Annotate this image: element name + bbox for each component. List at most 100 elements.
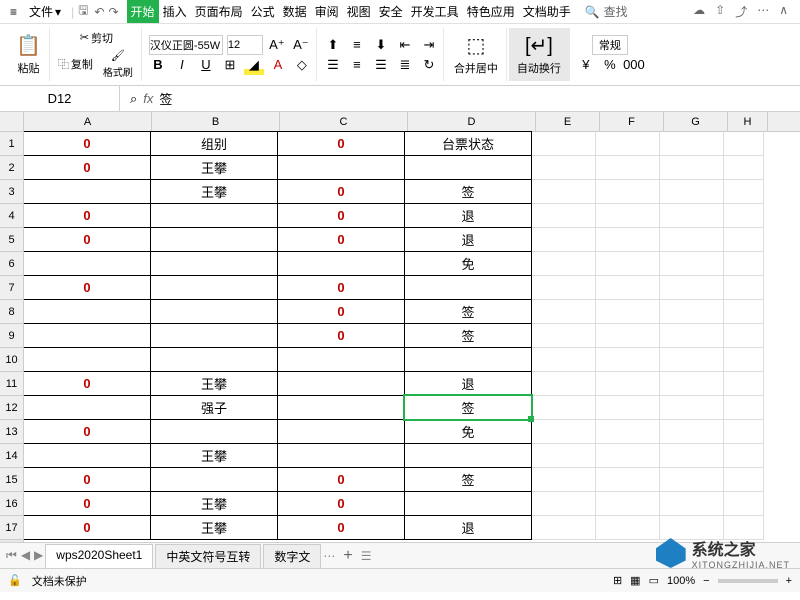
cell-D12[interactable]: 签 [404, 395, 532, 420]
cell-A10[interactable] [24, 347, 151, 372]
undo-icon[interactable]: ↶ [94, 5, 104, 19]
cell-F17[interactable] [596, 516, 660, 540]
ribbon-tab-1[interactable]: 插入 [159, 0, 191, 23]
cell-G14[interactable] [660, 444, 724, 468]
align-left-button[interactable]: ☰ [323, 55, 343, 75]
zoom-level[interactable]: 100% [667, 575, 695, 587]
cell-A15[interactable]: 0 [24, 467, 151, 492]
cell-B9[interactable] [150, 323, 278, 348]
cell-E4[interactable] [532, 204, 596, 228]
cell-F4[interactable] [596, 204, 660, 228]
cell-A16[interactable]: 0 [24, 491, 151, 516]
view-page-icon[interactable]: ▦ [630, 574, 640, 587]
cell-D7[interactable] [404, 275, 532, 300]
cell-B11[interactable]: 王攀 [150, 371, 278, 396]
row-header-15[interactable]: 15 [0, 468, 23, 492]
cell-A3[interactable] [24, 179, 151, 204]
cell-E12[interactable] [532, 396, 596, 420]
cell-G8[interactable] [660, 300, 724, 324]
cell-F13[interactable] [596, 420, 660, 444]
cell-C2[interactable] [277, 155, 405, 180]
cell-D1[interactable]: 台票状态 [404, 131, 532, 156]
cell-H10[interactable] [724, 348, 764, 372]
file-menu[interactable]: 文件 ▾ [23, 3, 67, 20]
cell-H9[interactable] [724, 324, 764, 348]
cell-E1[interactable] [532, 132, 596, 156]
cell-F6[interactable] [596, 252, 660, 276]
cell-E17[interactable] [532, 516, 596, 540]
underline-button[interactable]: U [196, 55, 216, 75]
col-header-B[interactable]: B [152, 112, 280, 131]
copy-button[interactable]: ⿻复制 [56, 55, 95, 73]
cell-F14[interactable] [596, 444, 660, 468]
cell-D6[interactable]: 免 [404, 251, 532, 276]
row-header-9[interactable]: 9 [0, 324, 23, 348]
protect-icon[interactable]: 🔓 [8, 574, 22, 587]
col-header-H[interactable]: H [728, 112, 768, 131]
row-header-10[interactable]: 10 [0, 348, 23, 372]
cell-B7[interactable] [150, 275, 278, 300]
cell-F16[interactable] [596, 492, 660, 516]
cell-A8[interactable] [24, 299, 151, 324]
cell-H7[interactable] [724, 276, 764, 300]
formula-input[interactable]: 签 [159, 89, 172, 108]
search-box[interactable]: 🔍 查找 [585, 3, 628, 20]
cell-C17[interactable]: 0 [277, 515, 405, 540]
cell-B15[interactable] [150, 467, 278, 492]
font-color-button[interactable]: A [268, 55, 288, 75]
cell-A7[interactable]: 0 [24, 275, 151, 300]
cell-H12[interactable] [724, 396, 764, 420]
cell-E2[interactable] [532, 156, 596, 180]
cell-F12[interactable] [596, 396, 660, 420]
cell-H3[interactable] [724, 180, 764, 204]
fill-color-button[interactable]: ◢ [244, 55, 264, 75]
cell-A1[interactable]: 0 [24, 131, 151, 156]
cell-C15[interactable]: 0 [277, 467, 405, 492]
share-icon[interactable]: ⇧ [715, 3, 725, 20]
spreadsheet-grid[interactable]: 1234567891011121314151617 ABCDEFGH 0组别0台… [0, 112, 800, 542]
row-header-6[interactable]: 6 [0, 252, 23, 276]
cell-E5[interactable] [532, 228, 596, 252]
cell-G7[interactable] [660, 276, 724, 300]
cell-H2[interactable] [724, 156, 764, 180]
sheet-list-icon[interactable]: ☰ [361, 549, 372, 563]
app-menu-icon[interactable]: ≡ [4, 5, 23, 19]
cell-B12[interactable]: 强子 [150, 395, 278, 420]
row-header-5[interactable]: 5 [0, 228, 23, 252]
cell-C13[interactable] [277, 419, 405, 444]
ribbon-tab-3[interactable]: 公式 [247, 0, 279, 23]
row-header-8[interactable]: 8 [0, 300, 23, 324]
ribbon-tab-5[interactable]: 审阅 [311, 0, 343, 23]
row-header-7[interactable]: 7 [0, 276, 23, 300]
cell-D3[interactable]: 签 [404, 179, 532, 204]
cell-A14[interactable] [24, 443, 151, 468]
cell-C7[interactable]: 0 [277, 275, 405, 300]
align-top-button[interactable]: ⬆ [323, 35, 343, 55]
cell-G15[interactable] [660, 468, 724, 492]
cell-D8[interactable]: 签 [404, 299, 532, 324]
sheet-nav-prev[interactable]: ◀ [21, 548, 30, 563]
cell-G9[interactable] [660, 324, 724, 348]
cell-A9[interactable] [24, 323, 151, 348]
cell-C9[interactable]: 0 [277, 323, 405, 348]
cell-D17[interactable]: 退 [404, 515, 532, 540]
cell-B16[interactable]: 王攀 [150, 491, 278, 516]
cell-E13[interactable] [532, 420, 596, 444]
more-icon[interactable]: ⋯ [757, 3, 769, 20]
col-header-C[interactable]: C [280, 112, 408, 131]
row-header-17[interactable]: 17 [0, 516, 23, 540]
row-header-12[interactable]: 12 [0, 396, 23, 420]
cell-H15[interactable] [724, 468, 764, 492]
number-format-select[interactable]: 常规 [592, 35, 628, 55]
col-header-A[interactable]: A [24, 112, 152, 131]
cell-G3[interactable] [660, 180, 724, 204]
percent-button[interactable]: % [600, 55, 620, 75]
cell-F7[interactable] [596, 276, 660, 300]
cell-E14[interactable] [532, 444, 596, 468]
col-header-D[interactable]: D [408, 112, 536, 131]
cell-G11[interactable] [660, 372, 724, 396]
cloud-icon[interactable]: ☁ [693, 3, 705, 20]
ribbon-tab-0[interactable]: 开始 [127, 0, 159, 23]
cell-H14[interactable] [724, 444, 764, 468]
cell-C4[interactable]: 0 [277, 203, 405, 228]
